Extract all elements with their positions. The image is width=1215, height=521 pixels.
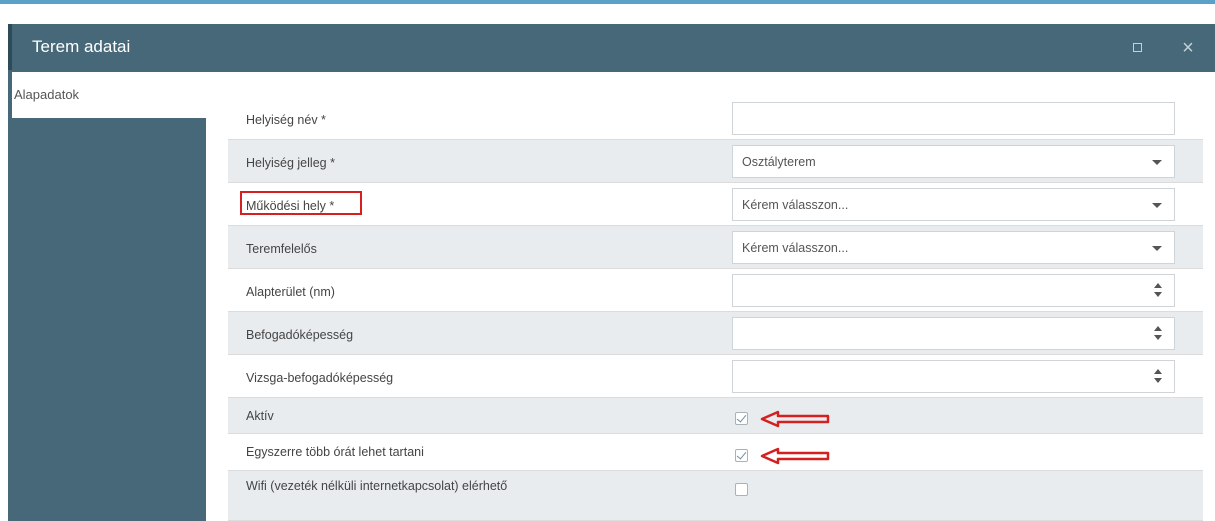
annotation-arrow-icon — [760, 410, 830, 428]
exam-capacity-label: Vizsga-befogadóképesség — [246, 371, 394, 385]
multiple-lessons-label: Egyszerre több órát lehet tartani — [246, 445, 424, 459]
spinner-icon[interactable] — [1154, 283, 1164, 299]
form-row-exam-capacity: Vizsga-befogadóképesség — [228, 355, 1203, 398]
dialog-titlebar: Terem adatai × — [8, 24, 1215, 72]
maximize-icon[interactable] — [1128, 38, 1148, 58]
form-row-room-manager: Teremfelelős Kérem válasszon... — [228, 226, 1203, 269]
form-row-room-name: Helyiség név * — [228, 97, 1203, 140]
exam-capacity-input[interactable] — [732, 360, 1175, 393]
floor-area-label: Alapterület (nm) — [246, 285, 335, 299]
room-name-input[interactable] — [732, 102, 1175, 135]
floor-area-input[interactable] — [732, 274, 1175, 307]
sidebar-item-label: Alapadatok — [14, 87, 80, 102]
room-manager-select[interactable]: Kérem válasszon... — [732, 231, 1175, 264]
sidebar-item-alapadatok[interactable]: Alapadatok — [12, 72, 206, 118]
room-type-select[interactable]: Osztályterem — [732, 145, 1175, 178]
multiple-lessons-checkbox[interactable] — [735, 449, 748, 462]
sidebar: Alapadatok — [8, 72, 206, 521]
form-row-wifi: Wifi (vezeték nélküli internetkapcsolat)… — [228, 471, 1203, 521]
wifi-label: Wifi (vezeték nélküli internetkapcsolat)… — [246, 479, 508, 493]
dialog-title: Terem adatai — [32, 37, 131, 56]
chevron-down-icon — [1152, 203, 1162, 208]
chevron-down-icon — [1152, 246, 1162, 251]
annotation-arrow-icon — [760, 447, 830, 465]
spinner-icon[interactable] — [1154, 326, 1164, 342]
room-type-label: Helyiség jelleg * — [246, 156, 335, 170]
form-row-floor-area: Alapterület (nm) — [228, 269, 1203, 312]
active-label: Aktív — [246, 409, 274, 423]
spinner-icon[interactable] — [1154, 369, 1164, 385]
sidebar-active-marker — [8, 24, 12, 70]
room-manager-label: Teremfelelős — [246, 242, 317, 256]
room-manager-value: Kérem válasszon... — [742, 241, 849, 255]
wifi-checkbox[interactable] — [735, 483, 748, 496]
room-details-dialog: Terem adatai × Alapadatok Helyiség név *… — [8, 4, 1215, 521]
room-name-label: Helyiség név * — [246, 113, 326, 127]
close-icon[interactable]: × — [1178, 38, 1198, 58]
operating-site-value: Kérem válasszon... — [742, 198, 849, 212]
operating-site-select[interactable]: Kérem válasszon... — [732, 188, 1175, 221]
checkmark-icon — [736, 449, 747, 460]
annotation-highlight-box — [240, 191, 362, 215]
checkmark-icon — [736, 412, 747, 423]
form-row-room-type: Helyiség jelleg * Osztályterem — [228, 140, 1203, 183]
room-type-value: Osztályterem — [742, 155, 816, 169]
form-row-capacity: Befogadóképesség — [228, 312, 1203, 355]
form-row-multiple-lessons: Egyszerre több órát lehet tartani — [228, 434, 1203, 471]
active-checkbox[interactable] — [735, 412, 748, 425]
capacity-label: Befogadóképesség — [246, 328, 354, 342]
form-row-operating-site: Működési hely * Kérem válasszon... — [228, 183, 1203, 226]
form-row-active: Aktív — [228, 398, 1203, 434]
capacity-input[interactable] — [732, 317, 1175, 350]
chevron-down-icon — [1152, 160, 1162, 165]
